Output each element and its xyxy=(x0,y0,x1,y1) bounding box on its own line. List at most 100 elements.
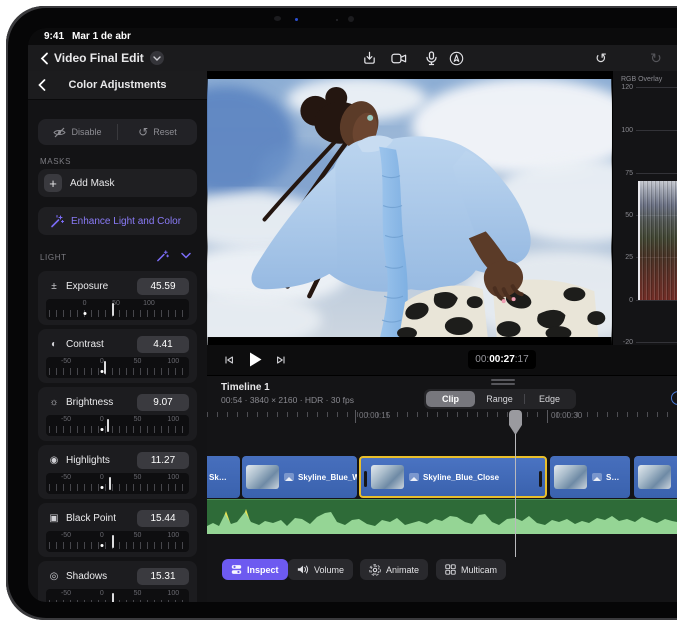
multicam-button[interactable]: Multicam xyxy=(436,559,506,580)
record-video-icon[interactable] xyxy=(391,50,407,66)
slider-shadows[interactable]: ◎ Shadows 15.31 -50 0 50 100 xyxy=(38,561,197,602)
scope-waveform xyxy=(638,181,677,300)
disable-reset-group: Disable ↺ Reset xyxy=(38,119,197,145)
slider-exposure[interactable]: ± Exposure 45.59 0 50 100 xyxy=(38,271,197,325)
camera-glint xyxy=(295,18,298,21)
clip-skyline-partial-right[interactable]: S… xyxy=(550,456,630,498)
playhead-handle[interactable] xyxy=(509,410,522,435)
slider-value[interactable]: 15.31 xyxy=(137,568,189,585)
animate-icon xyxy=(369,564,381,576)
exposure-icon: ± xyxy=(48,281,60,292)
tick-label: -50 xyxy=(61,474,71,481)
disable-button[interactable]: Disable xyxy=(38,119,117,145)
project-title[interactable]: Video Final Edit xyxy=(54,51,144,65)
tick-label: 50 xyxy=(134,532,142,539)
title-bar: Video Final Edit xyxy=(28,45,677,72)
slider-contrast[interactable]: ◐ Contrast 4.41 -50 0 50 100 xyxy=(38,329,197,383)
play-button[interactable] xyxy=(248,351,263,368)
trim-handle-right[interactable] xyxy=(539,471,542,487)
slider-ruler[interactable]: -50 0 50 100 xyxy=(46,531,189,552)
timeline-resize-handle[interactable] xyxy=(491,379,515,381)
trim-handle-left[interactable] xyxy=(364,471,367,487)
masks-section-label: MASKS xyxy=(40,157,71,166)
plus-icon: + xyxy=(44,174,62,192)
clip-edge-right[interactable] xyxy=(634,456,677,498)
brightness-icon: ☼ xyxy=(48,397,60,408)
clip-label: S… xyxy=(606,473,619,482)
light-wand-icon[interactable] xyxy=(156,249,169,262)
clip-label: Sk… xyxy=(209,473,227,482)
pencil-annotate-icon[interactable] xyxy=(448,50,464,66)
animate-button[interactable]: Animate xyxy=(360,559,428,580)
audio-track[interactable] xyxy=(207,499,677,534)
slider-ruler[interactable]: -50 0 50 100 xyxy=(46,415,189,436)
eye-off-icon xyxy=(53,127,66,138)
black-point-icon: ▣ xyxy=(48,513,60,524)
timeline-info: 00:54 · 3840 × 2160 · HDR · 30 fps xyxy=(221,395,354,405)
slider-black-point[interactable]: ▣ Black Point 15.44 -50 0 50 100 xyxy=(38,503,197,557)
volume-button[interactable]: Volume xyxy=(288,559,353,580)
timecode-display[interactable]: 00:00:27:17 xyxy=(468,350,536,369)
magic-wand-icon xyxy=(50,214,64,228)
skip-forward-button[interactable] xyxy=(275,354,287,366)
reset-button[interactable]: ↺ Reset xyxy=(118,119,197,145)
slider-label: Shadows xyxy=(66,571,131,582)
mode-range[interactable]: Range xyxy=(475,391,524,407)
microphone-icon[interactable] xyxy=(423,50,439,66)
video-frame-image xyxy=(207,71,612,345)
slider-label: Contrast xyxy=(66,339,131,350)
light-collapse-chevron-icon[interactable] xyxy=(181,252,191,259)
mode-clip[interactable]: Clip xyxy=(426,391,475,407)
redo-icon[interactable]: ↻ xyxy=(648,50,664,66)
cutoff-blue-icon[interactable] xyxy=(671,391,677,405)
image-icon xyxy=(409,473,419,481)
tick-label: -50 xyxy=(61,416,71,423)
status-time: 9:41 xyxy=(44,31,64,42)
clip-skyline-blue-close-selected[interactable]: Skyline_Blue_Close xyxy=(359,456,547,498)
clip-skyline-blue-wide[interactable]: Skyline_Blue_Wide xyxy=(242,456,357,498)
inspect-button[interactable]: Inspect xyxy=(222,559,288,580)
reset-label: Reset xyxy=(153,127,177,137)
slider-value[interactable]: 4.41 xyxy=(137,336,189,353)
scope-tick: 25 xyxy=(615,254,633,261)
clip-thumbnail xyxy=(638,465,671,489)
slider-highlights[interactable]: ◉ Highlights 11.27 -50 0 50 100 xyxy=(38,445,197,499)
tick-label: -50 xyxy=(61,532,71,539)
timeline-name[interactable]: Timeline 1 xyxy=(221,382,270,393)
back-button[interactable] xyxy=(36,50,52,66)
slider-ruler[interactable]: -50 0 50 100 xyxy=(46,357,189,378)
slider-ruler[interactable]: -50 0 50 100 xyxy=(46,473,189,494)
timecode-pre: 00: xyxy=(475,354,489,365)
highlights-icon: ◉ xyxy=(48,455,60,466)
slider-ruler[interactable]: 0 50 100 xyxy=(46,299,189,320)
enhance-label: Enhance Light and Color xyxy=(71,216,181,227)
ruler-label: 00:00:30 xyxy=(551,411,582,420)
import-media-icon[interactable] xyxy=(361,50,377,66)
add-mask-button[interactable]: + Add Mask xyxy=(38,169,197,197)
camera-lens-2 xyxy=(348,16,354,22)
slider-brightness[interactable]: ☼ Brightness 9.07 -50 0 50 100 xyxy=(38,387,197,441)
tick-label: 50 xyxy=(134,474,142,481)
timecode-mid: 00:27 xyxy=(489,354,515,365)
scope-waveform-edge xyxy=(638,181,640,300)
clip-thumbnail xyxy=(554,465,587,489)
mode-edge[interactable]: Edge xyxy=(525,391,574,407)
multicam-label: Multicam xyxy=(461,565,497,575)
skip-back-button[interactable] xyxy=(223,354,235,366)
slider-value[interactable]: 15.44 xyxy=(137,510,189,527)
slider-value[interactable]: 9.07 xyxy=(137,394,189,411)
scope-tick: 100 xyxy=(615,127,633,134)
tick-label: -50 xyxy=(61,358,71,365)
tick-label: 100 xyxy=(167,532,179,539)
project-menu-button[interactable] xyxy=(150,51,164,65)
enhance-button[interactable]: Enhance Light and Color xyxy=(38,207,197,235)
slider-value[interactable]: 45.59 xyxy=(137,278,189,295)
timeline-ruler[interactable] xyxy=(207,412,677,417)
clip-skyline-partial-left[interactable]: Sk… xyxy=(207,456,240,498)
slider-ruler[interactable]: -50 0 50 100 xyxy=(46,589,189,602)
slider-value[interactable]: 11.27 xyxy=(137,452,189,469)
undo-icon[interactable]: ↺ xyxy=(593,50,609,66)
multicam-grid-icon xyxy=(445,564,456,575)
panel-back-button[interactable] xyxy=(38,79,46,91)
status-date: Mar 1 de abr xyxy=(72,31,131,42)
